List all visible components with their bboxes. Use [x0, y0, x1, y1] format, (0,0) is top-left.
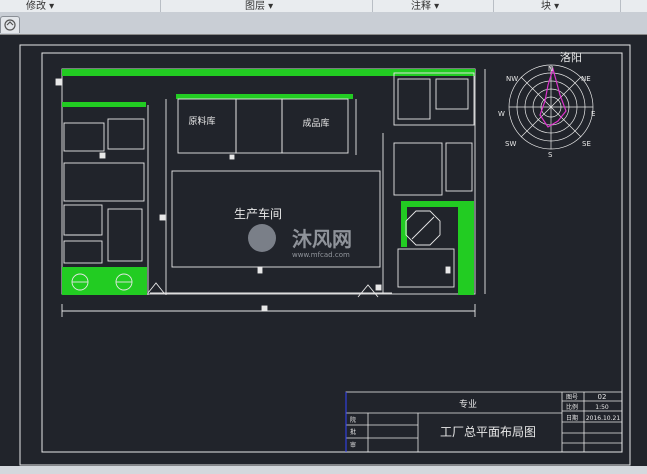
drawing-no-label: 图号	[566, 394, 578, 401]
ribbon-block-panel[interactable]: 块 ▾	[541, 0, 559, 12]
home-icon	[4, 19, 16, 31]
compass-se: SE	[582, 140, 591, 148]
room-power	[63, 204, 103, 236]
ribbon-separator	[160, 0, 161, 12]
room-small	[107, 118, 145, 150]
compass-w: W	[498, 110, 505, 118]
label-finished-goods-warehouse: 成品库	[302, 117, 329, 129]
compass-ne: NE	[581, 75, 591, 83]
room-storage	[107, 208, 143, 262]
drawing-no-value: 02	[598, 393, 607, 401]
compass-city: 洛阳	[560, 50, 582, 64]
green-belt-bottom-left	[62, 267, 147, 295]
title-block	[345, 391, 623, 453]
building-right-1	[393, 142, 443, 196]
ribbon-separator	[493, 0, 494, 12]
title-block-row-3: 审	[350, 441, 356, 449]
compass-sw: SW	[505, 140, 516, 148]
green-belt-right-strip	[458, 201, 474, 295]
watermark-name: 沐风网	[292, 227, 352, 251]
ribbon-separator	[620, 0, 621, 12]
ribbon-annotate-panel[interactable]: 注释 ▾	[411, 0, 439, 12]
title-block-drawing-title: 工厂总平面布局图	[440, 425, 536, 439]
ribbon-modify-panel[interactable]: 修改 ▾	[26, 0, 54, 12]
cad-drawing[interactable]: 生产车间 原料库 成品库 沐风网 www.mfcad.com 洛阳 N NE E…	[0, 35, 647, 466]
gate-right	[357, 284, 379, 298]
title-block-specialty: 专业	[459, 398, 477, 410]
label-production-workshop: 生产车间	[234, 206, 282, 221]
green-belt-top	[62, 69, 475, 76]
date-value: 2016.10.21	[586, 415, 621, 422]
start-tab[interactable]	[0, 16, 20, 33]
compass-s: S	[548, 151, 553, 159]
site-plan	[55, 68, 486, 317]
room-between-warehouses	[235, 98, 283, 154]
dormitory-b	[435, 78, 469, 110]
room-wastewater	[63, 162, 145, 202]
drawing-canvas[interactable]: 生产车间 原料库 成品库 沐风网 www.mfcad.com 洛阳 N NE E…	[0, 35, 647, 466]
ribbon-layers-panel[interactable]: 图层 ▾	[245, 0, 273, 12]
watermark: 沐风网 www.mfcad.com	[248, 224, 352, 259]
title-block-row-2: 批	[350, 428, 356, 436]
dormitory-block	[393, 72, 475, 126]
green-belt-mid	[176, 94, 353, 99]
title-block-row-1: 院	[350, 416, 356, 424]
compass-e: E	[591, 110, 595, 118]
compass-nw: NW	[506, 75, 518, 83]
compass-n: N	[548, 65, 553, 73]
gate-left	[147, 282, 165, 294]
room-machine	[63, 240, 103, 264]
scale-label: 比例	[566, 403, 578, 411]
room-office	[63, 122, 105, 152]
building-right-2	[445, 142, 473, 192]
ribbon-separator	[372, 0, 373, 12]
file-tab-bar	[0, 12, 647, 35]
dormitory-a	[397, 78, 431, 120]
date-label: 日期	[566, 414, 578, 422]
label-raw-materials-warehouse: 原料库	[188, 115, 215, 127]
status-bar	[0, 466, 647, 474]
green-belt-left	[62, 102, 146, 107]
watermark-url: www.mfcad.com	[292, 251, 350, 259]
scale-value: 1:50	[595, 404, 609, 411]
